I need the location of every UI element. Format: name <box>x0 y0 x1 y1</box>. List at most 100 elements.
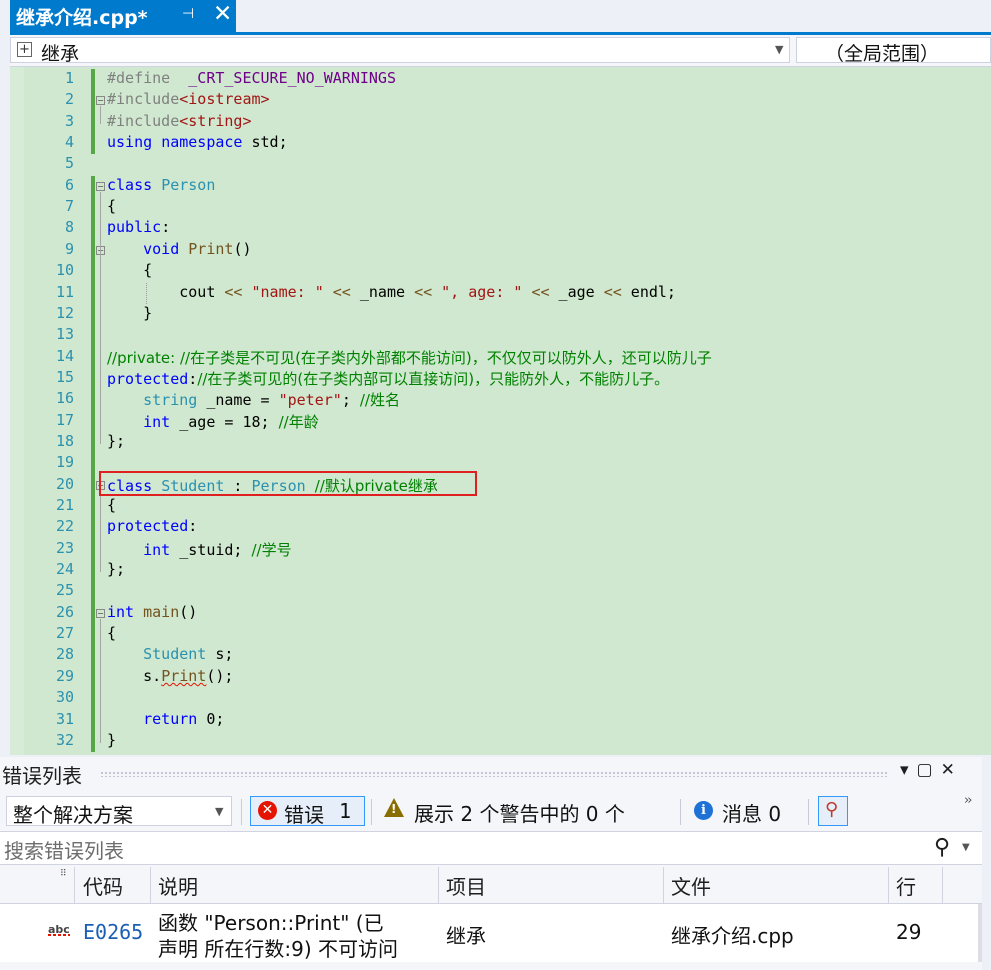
code-token: //private: //在子类是不可见(在子类内外部都不能访问)，不仅仅可以防… <box>107 348 712 367</box>
code-line[interactable]: { <box>107 624 116 642</box>
code-token: << <box>603 282 622 301</box>
code-token: <iostream> <box>179 90 270 109</box>
column-divider[interactable] <box>663 867 664 903</box>
code-line[interactable]: { <box>107 261 152 279</box>
code-line[interactable]: int main() <box>107 603 197 621</box>
code-editor[interactable]: 1 2 3 4 5 6 7 8 9 10 11 12 13 14 15 16 17 18 19 20 21 22 23 24 2… <box>10 67 991 755</box>
code-line[interactable]: }; <box>107 432 125 450</box>
column-header-code[interactable]: 代码 <box>83 871 123 900</box>
annotation-highlight-box <box>99 471 477 496</box>
project-icon: + <box>17 42 32 57</box>
panel-window-controls[interactable]: ▾▢✕ <box>900 760 963 780</box>
code-line[interactable]: } <box>107 304 152 322</box>
code-token: //年龄 <box>278 412 319 431</box>
chevron-down-icon[interactable]: ▼ <box>962 842 970 853</box>
error-project: 继承 <box>446 924 486 948</box>
table-row[interactable]: abc E0265 函数 "Person::Print" (已 声明 所在行数:… <box>0 904 982 962</box>
close-tab-icon[interactable]: ✕ <box>213 1 232 27</box>
messages-filter-label: 消息 0 <box>722 802 782 826</box>
errors-filter-label: 错误 <box>284 803 324 827</box>
column-divider[interactable] <box>438 867 439 903</box>
search-icon[interactable]: ⚲ <box>934 835 950 860</box>
pin-icon[interactable]: ⊣ <box>182 6 194 22</box>
document-tab-title[interactable]: 继承介绍.cpp* <box>16 3 148 30</box>
error-code-link[interactable]: E0265 <box>83 920 143 944</box>
chevron-down-icon[interactable]: ▼ <box>215 805 223 818</box>
build-intellisense-filter-button[interactable]: ⚲ <box>818 796 848 826</box>
code-line[interactable]: //private: //在子类是不可见(在子类内外部都不能访问)，不仅仅可以防… <box>107 347 712 368</box>
code-line[interactable]: protected://在子类可见的(在子类内部可以直接访问)，只能防外人，不能… <box>107 368 669 389</box>
errors-filter-button[interactable]: ✕ 错误 1 <box>250 796 365 827</box>
line-number: 6 <box>64 175 74 194</box>
code-line[interactable]: #include<string> <box>107 112 252 130</box>
code-line[interactable]: { <box>107 496 116 514</box>
error-scope-select-label: 整个解决方案 <box>13 803 133 827</box>
code-line[interactable]: int _age = 18; //年龄 <box>107 411 319 432</box>
code-line[interactable]: s.Print(); <box>107 667 233 685</box>
document-tab[interactable]: 继承介绍.cpp* ⊣ ✕ <box>10 0 236 32</box>
code-line[interactable]: #define _CRT_SECURE_NO_WARNINGS <box>107 69 396 87</box>
code-token: void <box>143 239 180 258</box>
code-token: int <box>107 602 135 621</box>
column-header-description[interactable]: 说明 <box>158 871 198 900</box>
column-header-line[interactable]: 行 <box>896 871 916 900</box>
global-scope-dropdown[interactable]: （全局范围） <box>796 37 991 65</box>
column-header-file[interactable]: 文件 <box>671 871 711 900</box>
code-line[interactable]: } <box>107 731 116 749</box>
errors-count: 1 <box>339 799 352 823</box>
column-divider[interactable] <box>888 867 889 903</box>
code-line[interactable]: #include<iostream> <box>107 90 270 108</box>
error-file: 继承介绍.cpp <box>671 924 794 948</box>
code-token: _stuid; <box>170 540 252 559</box>
error-scope-select[interactable]: 整个解决方案 ▼ <box>6 796 232 827</box>
code-line[interactable]: Student s; <box>107 645 233 663</box>
code-token: s; <box>206 645 234 664</box>
code-line[interactable]: cout << "name: " << _name << ", age: " <… <box>107 283 676 301</box>
code-line[interactable]: class Person <box>107 176 215 194</box>
table-scrollbar[interactable] <box>978 904 982 962</box>
code-line[interactable]: return 0; <box>107 710 224 728</box>
collapse-toggle-icon[interactable]: − <box>96 608 105 618</box>
chevron-down-icon[interactable]: ▼ <box>775 43 783 56</box>
column-sort-icon[interactable]: ⠿ <box>60 869 67 879</box>
code-line[interactable]: int _stuid; //学号 <box>107 539 291 560</box>
code-line[interactable]: protected: <box>107 517 197 535</box>
column-divider[interactable] <box>942 867 943 903</box>
code-token: Print <box>188 239 234 258</box>
code-token: }; <box>107 560 126 579</box>
code-line[interactable]: string _name = "peter"; //姓名 <box>107 389 400 410</box>
code-token: #include <box>107 111 180 130</box>
line-number: 15 <box>55 367 74 386</box>
code-line[interactable]: }; <box>107 560 125 578</box>
code-token: #define <box>107 69 171 87</box>
panel-drag-grip[interactable] <box>100 771 888 777</box>
code-line[interactable]: void Print() <box>107 239 251 258</box>
column-divider[interactable] <box>150 867 151 903</box>
toolbar-overflow-icon[interactable]: ›› <box>964 793 973 808</box>
warnings-filter-button[interactable]: ! 展示 2 个警告中的 0 个 <box>378 796 670 826</box>
line-number: 29 <box>55 666 74 685</box>
messages-filter-button[interactable]: i 消息 0 <box>688 796 798 826</box>
collapse-toggle-icon[interactable]: − <box>96 181 105 191</box>
code-token: "peter" <box>278 391 342 410</box>
error-list-search-input[interactable]: 搜索错误列表 ⚲ ▼ <box>0 831 982 865</box>
project-scope-dropdown[interactable]: + 继承 ▼ <box>10 37 790 65</box>
code-token: { <box>107 197 117 216</box>
code-token: protected <box>107 369 189 388</box>
line-number: 26 <box>55 602 74 621</box>
line-number: 28 <box>55 645 74 664</box>
code-line[interactable]: public: <box>107 218 170 236</box>
line-number: 22 <box>55 517 74 536</box>
code-line[interactable]: { <box>107 197 116 215</box>
error-description-line: 声明 所在行数:9) 不可访问 <box>158 937 398 961</box>
column-header-project[interactable]: 项目 <box>446 871 486 900</box>
toolbar-separator <box>680 799 681 825</box>
collapse-toggle-icon[interactable]: − <box>96 96 105 106</box>
column-divider[interactable] <box>74 867 75 903</box>
code-token: #include <box>107 90 180 109</box>
code-line[interactable]: using namespace std; <box>107 133 288 151</box>
intellisense-error-icon: abc <box>48 923 70 936</box>
